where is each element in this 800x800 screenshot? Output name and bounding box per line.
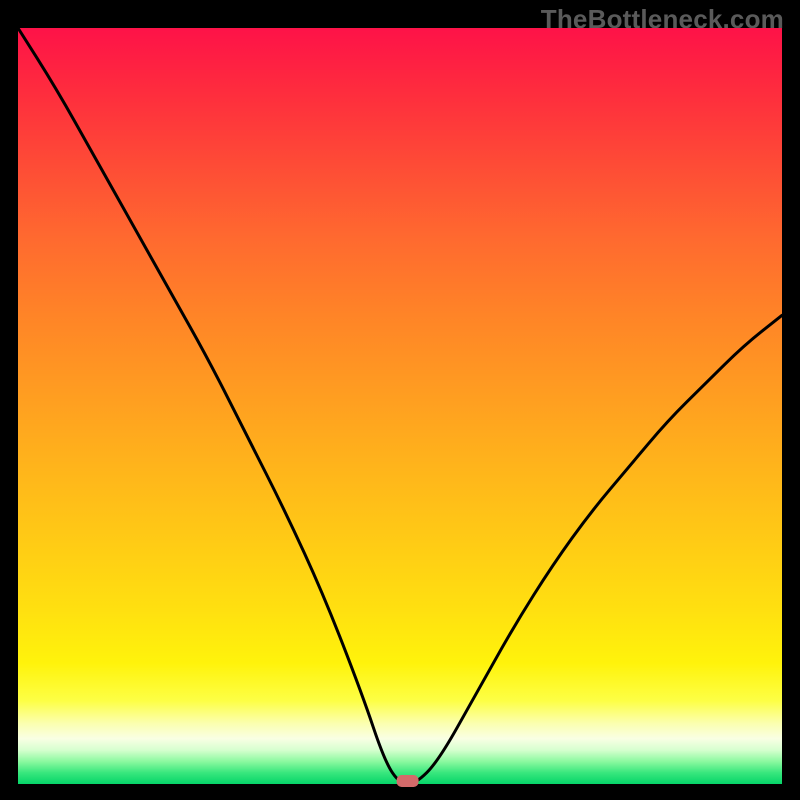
plot-area (18, 28, 782, 784)
chart-frame: TheBottleneck.com (0, 0, 800, 800)
optimum-marker (397, 775, 419, 787)
bottleneck-curve (18, 28, 782, 784)
